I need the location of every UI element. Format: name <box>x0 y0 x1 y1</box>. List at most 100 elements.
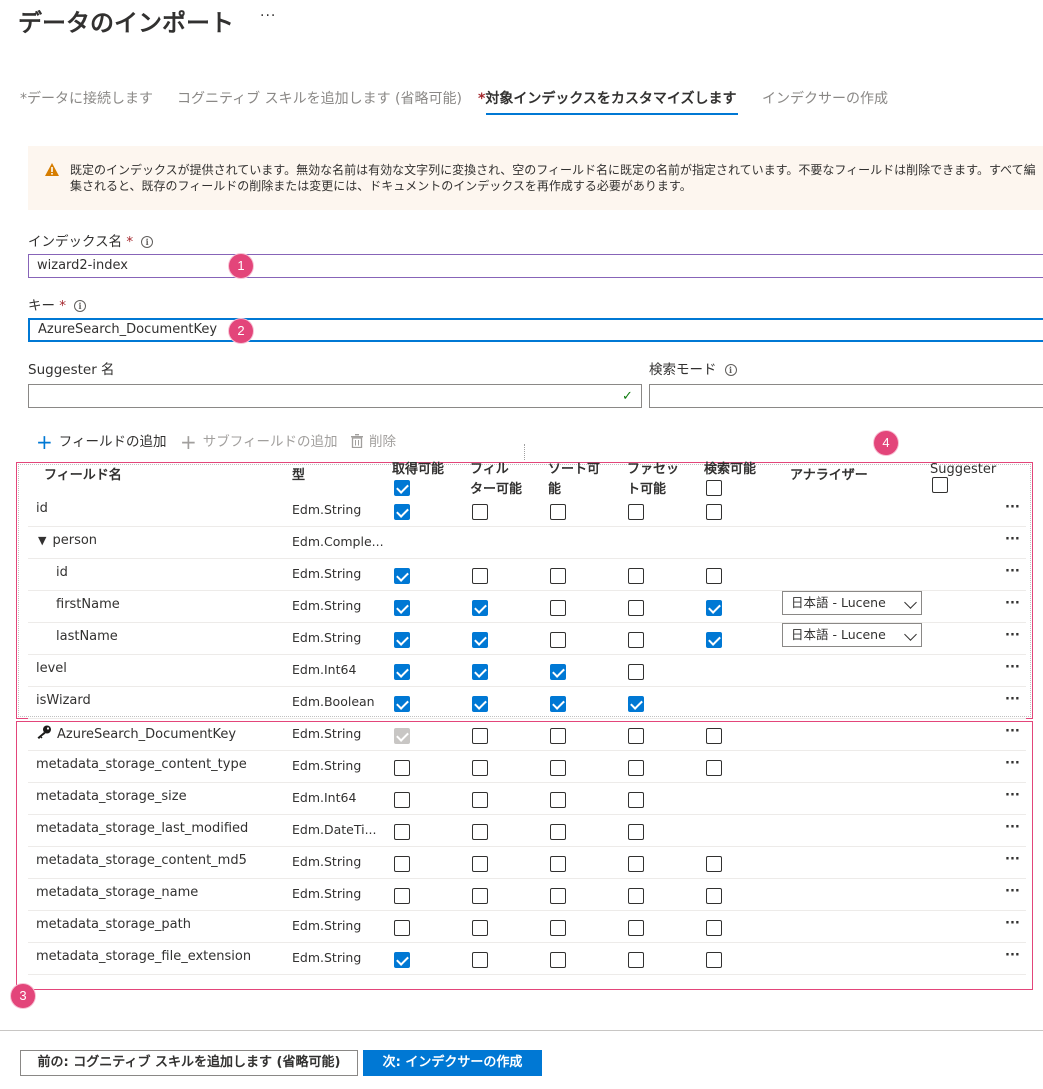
retrievable-checkbox[interactable] <box>394 568 410 584</box>
retrievable-checkbox[interactable] <box>394 632 410 648</box>
sortable-checkbox[interactable] <box>550 696 566 712</box>
row-more-icon[interactable]: ··· <box>1005 756 1020 771</box>
filterable-checkbox[interactable] <box>472 600 488 616</box>
search-mode-select[interactable] <box>649 384 1043 408</box>
facetable-checkbox[interactable] <box>628 504 644 520</box>
searchable-checkbox[interactable] <box>706 760 722 776</box>
retrievable-checkbox[interactable] <box>394 600 410 616</box>
searchable-checkbox[interactable] <box>706 728 722 744</box>
filterable-checkbox[interactable] <box>472 696 488 712</box>
row-more-icon[interactable]: ··· <box>1005 532 1020 547</box>
filterable-checkbox[interactable] <box>472 632 488 648</box>
filterable-checkbox[interactable] <box>472 888 488 904</box>
retrievable-checkbox[interactable] <box>394 664 410 680</box>
sortable-checkbox[interactable] <box>550 920 566 936</box>
row-more-icon[interactable]: ··· <box>1005 660 1020 675</box>
row-more-icon[interactable]: ··· <box>1005 596 1020 611</box>
more-options-icon[interactable]: ··· <box>260 8 276 24</box>
filterable-checkbox[interactable] <box>472 504 488 520</box>
filterable-checkbox[interactable] <box>472 824 488 840</box>
row-more-icon[interactable]: ··· <box>1005 564 1020 579</box>
retrievable-checkbox[interactable] <box>394 504 410 520</box>
facetable-checkbox[interactable] <box>628 568 644 584</box>
facetable-checkbox[interactable] <box>628 728 644 744</box>
retrievable-checkbox[interactable] <box>394 760 410 776</box>
add-subfield-button[interactable]: + サブフィールドの追加 <box>180 430 338 454</box>
searchable-checkbox[interactable] <box>706 888 722 904</box>
sortable-checkbox[interactable] <box>550 824 566 840</box>
sortable-checkbox[interactable] <box>550 632 566 648</box>
sortable-checkbox[interactable] <box>550 728 566 744</box>
facetable-checkbox[interactable] <box>628 920 644 936</box>
row-more-icon[interactable]: ··· <box>1005 788 1020 803</box>
index-name-input[interactable]: wizard2-index <box>28 254 1043 278</box>
filterable-checkbox[interactable] <box>472 728 488 744</box>
row-more-icon[interactable]: ··· <box>1005 948 1020 963</box>
facetable-checkbox[interactable] <box>628 664 644 680</box>
filterable-checkbox[interactable] <box>472 856 488 872</box>
searchable-checkbox[interactable] <box>706 600 722 616</box>
sortable-checkbox[interactable] <box>550 952 566 968</box>
tab-customize-index[interactable]: *対象インデックスをカスタマイズします <box>478 88 737 108</box>
sortable-checkbox[interactable] <box>550 856 566 872</box>
filterable-checkbox[interactable] <box>472 920 488 936</box>
tab-create-indexer[interactable]: インデクサーの作成 <box>762 88 888 108</box>
searchable-checkbox[interactable] <box>706 952 722 968</box>
row-more-icon[interactable]: ··· <box>1005 500 1020 515</box>
retrievable-checkbox[interactable] <box>394 856 410 872</box>
retrievable-checkbox[interactable] <box>394 824 410 840</box>
tab-add-cognitive-skills[interactable]: コグニティブ スキルを追加します (省略可能) <box>177 88 462 108</box>
suggester-name-input[interactable] <box>28 384 642 408</box>
facetable-checkbox[interactable] <box>628 760 644 776</box>
facetable-checkbox[interactable] <box>628 600 644 616</box>
searchable-checkbox[interactable] <box>706 856 722 872</box>
filterable-checkbox[interactable] <box>472 568 488 584</box>
sortable-checkbox[interactable] <box>550 792 566 808</box>
searchable-checkbox[interactable] <box>706 920 722 936</box>
facetable-checkbox[interactable] <box>628 696 644 712</box>
sortable-checkbox[interactable] <box>550 760 566 776</box>
row-more-icon[interactable]: ··· <box>1005 820 1020 835</box>
row-more-icon[interactable]: ··· <box>1005 884 1020 899</box>
analyzer-dropdown[interactable]: 日本語 - Lucene <box>782 591 922 615</box>
add-field-button[interactable]: + フィールドの追加 <box>36 430 167 454</box>
retrievable-checkbox[interactable] <box>394 888 410 904</box>
facetable-checkbox[interactable] <box>628 888 644 904</box>
sortable-checkbox[interactable] <box>550 664 566 680</box>
sortable-checkbox[interactable] <box>550 504 566 520</box>
info-icon[interactable]: i <box>141 236 154 248</box>
key-select[interactable]: AzureSearch_DocumentKey <box>28 318 1043 342</box>
filterable-checkbox[interactable] <box>472 792 488 808</box>
row-more-icon[interactable]: ··· <box>1005 628 1020 643</box>
facetable-checkbox[interactable] <box>628 952 644 968</box>
retrievable-checkbox[interactable] <box>394 920 410 936</box>
searchable-checkbox[interactable] <box>706 504 722 520</box>
tab-connect-data[interactable]: *データに接続します <box>20 88 153 108</box>
row-more-icon[interactable]: ··· <box>1005 724 1020 739</box>
sortable-checkbox[interactable] <box>550 600 566 616</box>
analyzer-dropdown[interactable]: 日本語 - Lucene <box>782 623 922 647</box>
searchable-checkbox[interactable] <box>706 632 722 648</box>
retrievable-checkbox[interactable] <box>394 792 410 808</box>
previous-button[interactable]: 前の: コグニティブ スキルを追加します (省略可能) <box>20 1050 358 1076</box>
info-icon[interactable]: i <box>74 300 87 312</box>
filterable-checkbox[interactable] <box>472 952 488 968</box>
row-more-icon[interactable]: ··· <box>1005 852 1020 867</box>
next-button[interactable]: 次: インデクサーの作成 <box>363 1050 542 1076</box>
header-suggester-checkbox[interactable] <box>932 477 948 493</box>
sortable-checkbox[interactable] <box>550 568 566 584</box>
retrievable-checkbox[interactable] <box>394 696 410 712</box>
delete-button[interactable]: 削除 <box>351 430 396 450</box>
searchable-checkbox[interactable] <box>706 568 722 584</box>
row-more-icon[interactable]: ··· <box>1005 692 1020 707</box>
expand-collapse-icon[interactable]: ▼ <box>38 534 46 547</box>
row-more-icon[interactable]: ··· <box>1005 916 1020 931</box>
filterable-checkbox[interactable] <box>472 664 488 680</box>
facetable-checkbox[interactable] <box>628 824 644 840</box>
filterable-checkbox[interactable] <box>472 760 488 776</box>
facetable-checkbox[interactable] <box>628 856 644 872</box>
info-icon[interactable]: i <box>724 364 737 376</box>
sortable-checkbox[interactable] <box>550 888 566 904</box>
retrievable-checkbox[interactable] <box>394 952 410 968</box>
facetable-checkbox[interactable] <box>628 792 644 808</box>
